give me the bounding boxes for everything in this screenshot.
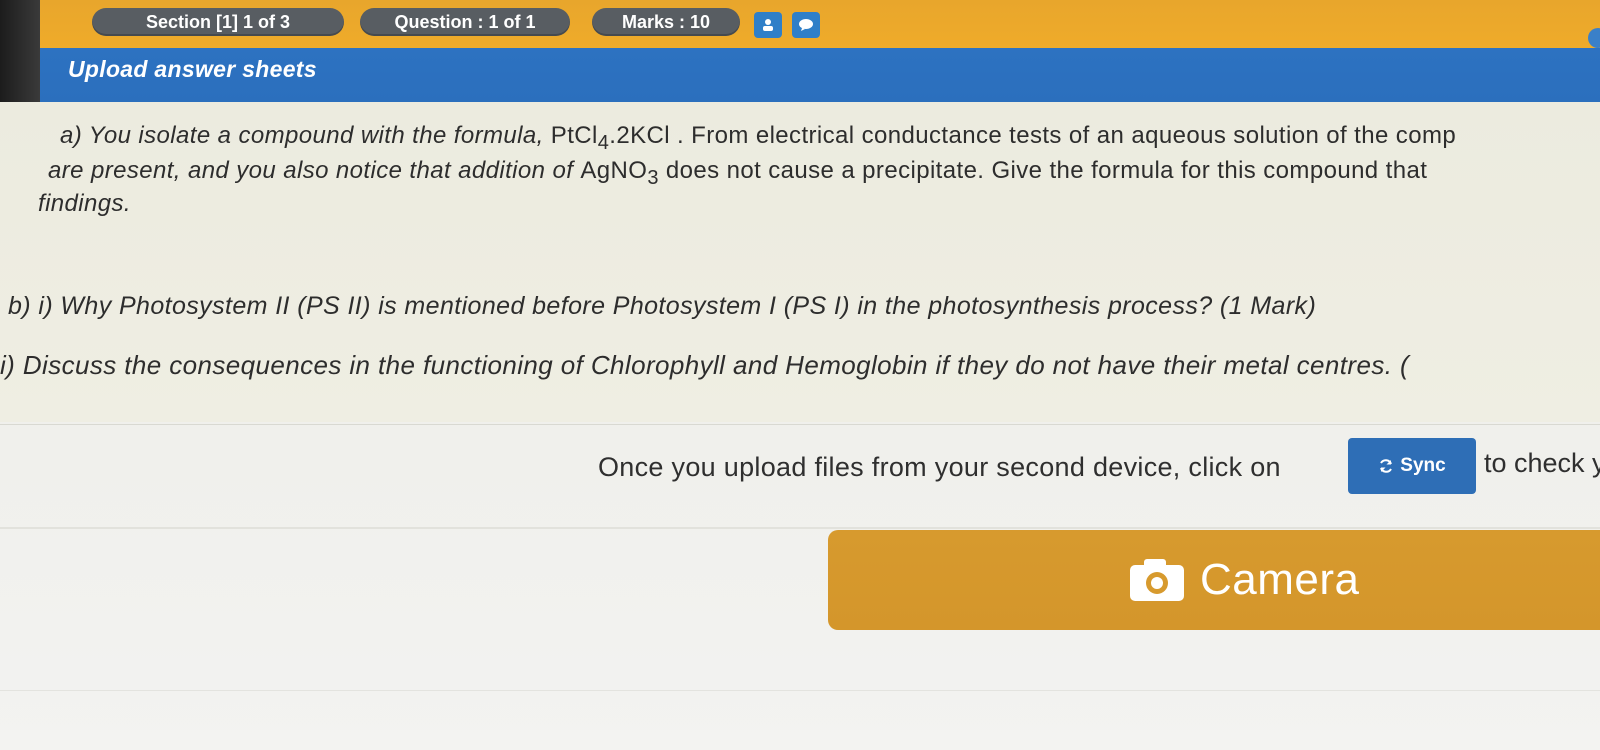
sync-button-label: Sync [1400, 455, 1446, 476]
camera-button-label: Camera [1200, 555, 1360, 604]
reagent-formula: AgNO3 [580, 157, 659, 189]
page-title: Upload answer sheets [68, 56, 317, 82]
user-button[interactable] [754, 12, 782, 38]
chat-icon [799, 19, 813, 31]
question-a-line-1: a) You isolate a compound with the formu… [60, 122, 1457, 154]
compound-formula: PtCl4.2KCl [550, 122, 670, 154]
status-dot [1588, 28, 1600, 48]
screen: Section [1] 1 of 3 Question : 1 of 1 Mar… [0, 0, 1600, 750]
upload-header: Upload answer sheets [40, 48, 1600, 102]
question-b-ii: i) Discuss the consequences in the funct… [0, 350, 1410, 380]
question-indicator[interactable]: Question : 1 of 1 [360, 8, 570, 36]
question-a-line-3: findings. [38, 190, 131, 217]
camera-icon [1130, 559, 1184, 601]
sync-instruction-suffix: to check y [1484, 448, 1600, 478]
refresh-icon [1380, 459, 1393, 473]
divider [0, 424, 1600, 425]
question-b-i: b) i) Why Photosystem II (PS II) is ment… [8, 292, 1317, 320]
question-panel: a) You isolate a compound with the formu… [0, 102, 1600, 422]
chat-button[interactable] [792, 12, 820, 38]
sync-instruction: Once you upload files from your second d… [598, 452, 1281, 482]
divider [0, 527, 1600, 529]
marks-badge: Marks : 10 [592, 8, 740, 36]
sync-button[interactable]: Sync [1348, 438, 1476, 494]
section-indicator[interactable]: Section [1] 1 of 3 [92, 8, 344, 36]
exam-status-bar: Section [1] 1 of 3 Question : 1 of 1 Mar… [40, 0, 1600, 48]
user-icon [763, 19, 773, 31]
divider [0, 690, 1600, 691]
question-a-line-2: are present, and you also notice that ad… [48, 157, 1428, 189]
camera-button[interactable]: Camera [828, 530, 1600, 630]
